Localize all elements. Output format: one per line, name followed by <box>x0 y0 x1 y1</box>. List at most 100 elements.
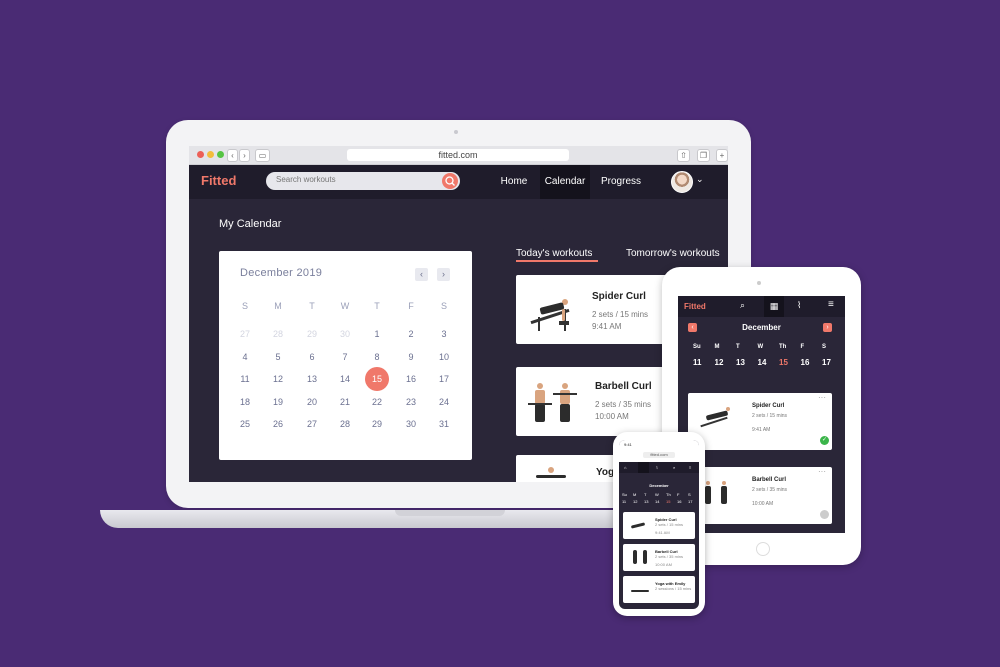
prev-month-button[interactable]: ‹ <box>415 268 428 281</box>
calendar-day[interactable]: 20 <box>302 392 322 412</box>
chevron-down-icon[interactable]: ⌄ <box>696 174 704 185</box>
nav-home[interactable]: Home <box>494 165 534 199</box>
calendar-day[interactable]: 17 <box>822 358 831 367</box>
calendar-day[interactable]: 9 <box>401 347 421 367</box>
calendar-day[interactable]: 29 <box>367 414 387 434</box>
calendar-day[interactable]: 29 <box>302 324 322 344</box>
calendar-day[interactable]: 26 <box>268 414 288 434</box>
weekday-header: S <box>440 301 447 311</box>
progress-icon[interactable]: ⌇ <box>797 300 801 311</box>
workout-time: 9:41 AM <box>752 427 771 433</box>
workout-card[interactable]: Yoga with Emily 2 sessions / 15 mins <box>623 576 695 603</box>
more-icon[interactable]: ··· <box>818 393 826 402</box>
search-bar[interactable]: Search workouts <box>266 172 460 190</box>
fitted-logo[interactable]: Fitted <box>201 173 236 188</box>
weekday-header: Su <box>622 492 627 497</box>
incomplete-status-icon[interactable] <box>820 510 829 519</box>
calendar-day[interactable]: 12 <box>633 499 637 504</box>
calendar-day[interactable]: 14 <box>758 358 767 367</box>
calendar-icon[interactable] <box>638 462 649 473</box>
calendar-day[interactable]: 16 <box>801 358 810 367</box>
calendar-day[interactable]: 8 <box>367 347 387 367</box>
calendar-day[interactable]: 12 <box>268 369 288 389</box>
calendar-day[interactable]: 27 <box>302 414 322 434</box>
calendar-day[interactable]: 11 <box>693 358 701 367</box>
calendar-day[interactable]: 16 <box>677 499 681 504</box>
calendar-day-selected[interactable]: 15 <box>365 367 389 391</box>
calendar-icon[interactable]: ▦ <box>764 296 784 317</box>
tablet-home-button[interactable] <box>756 542 770 556</box>
search-icon[interactable]: ⌕ <box>673 465 675 470</box>
calendar-day[interactable]: 7 <box>335 347 355 367</box>
calendar-day[interactable]: 19 <box>268 392 288 412</box>
calendar-day[interactable]: 15 <box>779 358 788 367</box>
calendar-day[interactable]: 25 <box>235 414 255 434</box>
tab-todays-workouts[interactable]: Today's workouts <box>516 248 592 259</box>
workout-card[interactable]: Spider Curl 2 sets / 15 mins 9:41 AM <box>623 512 695 539</box>
menu-icon[interactable]: ≡ <box>689 465 691 470</box>
workout-card[interactable]: ··· Barbell Curl 2 sets / 35 mins 10:00 … <box>688 467 832 524</box>
maximize-window-button[interactable] <box>217 151 224 158</box>
user-avatar[interactable] <box>671 171 693 193</box>
calendar-day[interactable]: 27 <box>235 324 255 344</box>
next-month-button[interactable]: › <box>437 268 450 281</box>
calendar-day[interactable]: 24 <box>434 392 454 412</box>
nav-progress[interactable]: Progress <box>595 165 647 199</box>
workout-meta: 2 sets / 35 mins <box>595 400 652 409</box>
calendar-day[interactable]: 30 <box>335 324 355 344</box>
calendar-day[interactable]: 5 <box>268 347 288 367</box>
calendar-day[interactable]: 14 <box>335 369 355 389</box>
calendar-day[interactable]: 23 <box>401 392 421 412</box>
more-icon[interactable]: ··· <box>818 467 826 476</box>
new-tab-button[interactable]: + <box>716 149 728 162</box>
calendar-day[interactable]: 16 <box>401 369 421 389</box>
search-button[interactable] <box>442 173 458 189</box>
calendar-day[interactable]: 18 <box>235 392 255 412</box>
calendar-day[interactable]: 13 <box>644 499 648 504</box>
calendar-day[interactable]: 2 <box>401 324 421 344</box>
back-button[interactable]: ‹ <box>227 149 238 162</box>
calendar-day[interactable]: 14 <box>655 499 659 504</box>
menu-icon[interactable]: ≡ <box>828 299 834 310</box>
calendar-day[interactable]: 13 <box>736 358 745 367</box>
calendar-day[interactable]: 1 <box>367 324 387 344</box>
forward-button[interactable]: › <box>239 149 250 162</box>
calendar-day[interactable]: 21 <box>335 392 355 412</box>
search-input[interactable]: Search workouts <box>276 175 336 184</box>
calendar-day[interactable]: 11 <box>235 369 255 389</box>
calendar-day[interactable]: 17 <box>688 499 692 504</box>
home-icon[interactable]: ⌂ <box>624 465 626 470</box>
calendar-day[interactable]: 30 <box>401 414 421 434</box>
workout-card[interactable]: ··· Spider Curl 2 sets / 15 mins 9:41 AM… <box>688 393 832 450</box>
tab-tomorrows-workouts[interactable]: Tomorrow's workouts <box>626 248 720 259</box>
search-icon[interactable]: ⌕ <box>740 300 745 311</box>
calendar-day[interactable]: 6 <box>302 347 322 367</box>
calendar-day[interactable]: 17 <box>434 369 454 389</box>
calendar-day[interactable]: 12 <box>715 358 724 367</box>
close-window-button[interactable] <box>197 151 204 158</box>
calendar-day[interactable]: 28 <box>335 414 355 434</box>
workout-time: 9:41 AM <box>592 322 622 331</box>
calendar-day[interactable]: 10 <box>434 347 454 367</box>
sidebar-toggle-icon[interactable]: ▭ <box>255 149 270 162</box>
phone-address-bar[interactable]: fitted.com <box>643 452 675 458</box>
minimize-window-button[interactable] <box>207 151 214 158</box>
calendar-day[interactable]: 13 <box>302 369 322 389</box>
calendar-day[interactable]: 11 <box>622 499 626 504</box>
calendar-day[interactable]: 31 <box>434 414 454 434</box>
nav-calendar[interactable]: Calendar <box>540 165 590 199</box>
progress-icon[interactable]: ⌇ <box>656 465 658 470</box>
laptop-notch <box>395 510 505 516</box>
calendar-day[interactable]: 3 <box>434 324 454 344</box>
calendar-day[interactable]: 4 <box>235 347 255 367</box>
calendar-day[interactable]: 28 <box>268 324 288 344</box>
tabs-icon[interactable]: ❐ <box>697 149 710 162</box>
fitted-logo[interactable]: Fitted <box>684 302 706 311</box>
calendar-day[interactable]: 22 <box>367 392 387 412</box>
share-icon[interactable]: ⇧ <box>677 149 690 162</box>
calendar-day[interactable]: 15 <box>666 499 670 504</box>
next-month-button[interactable]: › <box>823 323 832 332</box>
address-bar[interactable]: fitted.com <box>347 149 569 161</box>
workout-card[interactable]: Barbell Curl 2 sets / 35 mins 10:00 AM <box>623 544 695 571</box>
completed-check-icon[interactable]: ✓ <box>820 436 829 445</box>
